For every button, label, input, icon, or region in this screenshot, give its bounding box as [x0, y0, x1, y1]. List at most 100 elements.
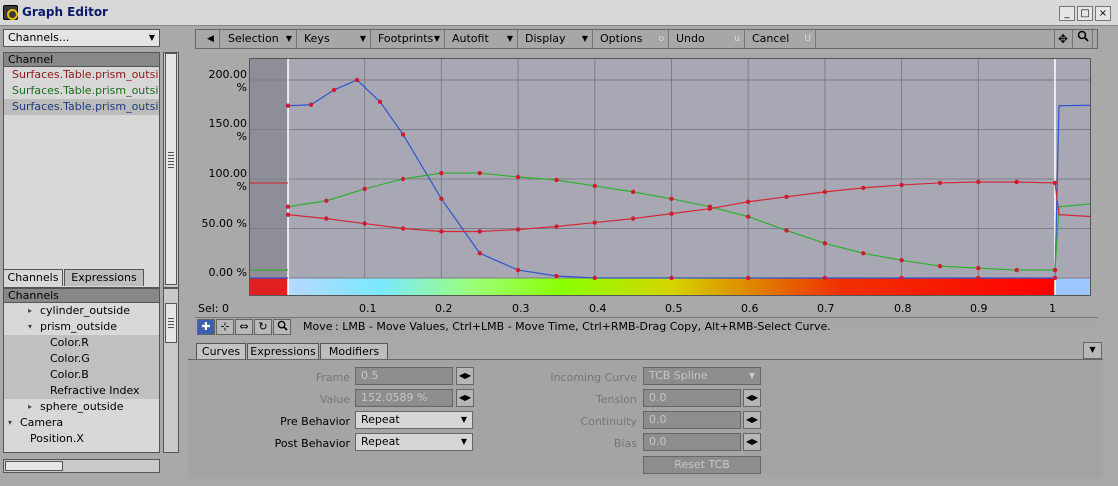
channel-list-item[interactable]: Surfaces.Table.prism_outsid ...	[4, 99, 159, 115]
zoom-tool-button[interactable]	[273, 319, 291, 335]
move-arrows-icon: ✥	[1058, 32, 1069, 46]
curve-key	[1014, 267, 1019, 273]
x-tick-label: 0.9	[970, 302, 988, 315]
curve-key	[515, 227, 521, 232]
curve-key	[400, 226, 406, 231]
spinner-arrows-icon: ◀▶	[458, 393, 472, 402]
tab-expressions-bottom[interactable]: Expressions	[247, 343, 319, 360]
roll-tool-button[interactable]: ↻	[254, 319, 272, 335]
color-band-post	[1055, 278, 1090, 295]
channel-list-item[interactable]: Surfaces.Table.prism_outsid ...	[4, 67, 159, 83]
curve-key	[554, 177, 559, 183]
tree-item[interactable]: ▾ Camera	[4, 415, 159, 431]
tension-spinner[interactable]: ◀▶	[743, 389, 761, 407]
value-spinner[interactable]: ◀▶	[456, 389, 474, 407]
x-tick-label: 0.2	[435, 302, 453, 315]
options-button[interactable]: Options o	[594, 30, 669, 48]
tab-channels[interactable]: Channels	[3, 269, 63, 286]
stretch-tool-button[interactable]: ⇔	[235, 319, 253, 335]
channels-dropdown[interactable]: Channels... ▼	[3, 29, 160, 47]
chevron-down-icon: ▼	[748, 371, 755, 380]
channel-tree-scrollbar[interactable]	[163, 288, 179, 453]
continuity-field[interactable]: 0.0	[643, 411, 741, 429]
zoom-button[interactable]	[1073, 30, 1093, 48]
tab-expressions[interactable]: Expressions	[64, 269, 144, 286]
left-panel: Channels... ▼ Channel Surfaces.Table.pri…	[0, 26, 186, 486]
incoming-curve-select[interactable]: TCB Spline ▼	[643, 367, 761, 385]
panel-menu-button[interactable]: ▼	[1083, 342, 1102, 359]
scroll-thumb[interactable]	[165, 303, 177, 343]
curve-post-segment	[1054, 104, 1090, 279]
expand-arrow-icon[interactable]: ▸	[28, 303, 32, 319]
scroll-thumb[interactable]	[165, 53, 177, 285]
curve-key	[669, 275, 674, 281]
curve-key	[285, 103, 291, 108]
footprints-menu[interactable]: Footprints ▼	[372, 30, 445, 48]
selection-count: Sel: 0	[198, 302, 230, 315]
channel-tree-hscrollbar[interactable]	[3, 459, 160, 473]
tree-item[interactable]: Position.X	[4, 431, 159, 447]
hscroll-thumb[interactable]	[5, 461, 63, 471]
tree-item[interactable]: Color.R	[4, 335, 159, 351]
curve-graph[interactable]	[250, 59, 1091, 296]
tab-modifiers[interactable]: Modifiers	[320, 343, 388, 360]
maximize-button[interactable]: □	[1077, 6, 1093, 21]
stretch-icon: ⇔	[239, 320, 249, 333]
triangle-left-icon: ◀	[207, 34, 214, 44]
channel-list-header: Channel	[4, 53, 159, 67]
tree-item[interactable]: Color.B	[4, 367, 159, 383]
pre-behavior-select[interactable]: Repeat ▼	[355, 411, 473, 429]
frame-spinner[interactable]: ◀▶	[456, 367, 474, 385]
curve-key	[899, 182, 904, 188]
tree-item[interactable]: ▸ sphere_outside	[4, 399, 159, 415]
bias-field[interactable]: 0.0	[643, 433, 741, 451]
expand-arrow-icon[interactable]: ▸	[28, 399, 32, 415]
post-behavior-select[interactable]: Repeat ▼	[355, 433, 473, 451]
frame-field[interactable]: 0.5	[355, 367, 453, 385]
value-label: Value	[319, 393, 350, 406]
channel-list-scrollbar[interactable]	[163, 52, 179, 288]
tree-item[interactable]: Color.G	[4, 351, 159, 367]
curve-key	[784, 194, 789, 200]
cancel-button[interactable]: Cancel U	[746, 30, 816, 48]
channel-list[interactable]: Channel Surfaces.Table.prism_outsid ...S…	[3, 52, 160, 288]
bias-label: Bias	[613, 437, 637, 450]
graph-canvas[interactable]	[249, 58, 1091, 296]
curve-key	[746, 275, 751, 281]
channel-list-item[interactable]: Surfaces.Table.prism_outsid ...	[4, 83, 159, 99]
expand-arrow-icon[interactable]: ▾	[8, 415, 12, 431]
keys-menu[interactable]: Keys ▼	[298, 30, 371, 48]
pan-button[interactable]: ✥	[1054, 30, 1073, 48]
expand-arrow-icon[interactable]: ▾	[28, 319, 32, 335]
app-icon	[3, 5, 18, 20]
reset-tcb-button[interactable]: Reset TCB	[643, 456, 761, 474]
spinner-arrows-icon: ◀▶	[745, 393, 759, 402]
add-key-tool-button[interactable]: ⊹	[216, 319, 234, 335]
tree-item-label: prism_outside	[40, 320, 118, 333]
collapse-left-button[interactable]: ◀	[204, 30, 220, 48]
tree-item[interactable]: ▸ cylinder_outside	[4, 303, 159, 319]
move-tool-button[interactable]: ✚	[197, 319, 215, 335]
tree-item[interactable]: ▾ prism_outside	[4, 319, 159, 335]
channel-tree[interactable]: Channels ▸ cylinder_outside ▾ prism_outside…	[3, 288, 160, 453]
tension-field[interactable]: 0.0	[643, 389, 741, 407]
tree-item-label: cylinder_outside	[40, 304, 130, 317]
tab-curves[interactable]: Curves	[196, 343, 246, 360]
window-title: Graph Editor	[22, 5, 108, 19]
minimize-button[interactable]: _	[1059, 6, 1075, 21]
value-field[interactable]: 152.0589 %	[355, 389, 453, 407]
curve-key	[861, 185, 866, 191]
continuity-spinner[interactable]: ◀▶	[743, 411, 761, 429]
selection-menu[interactable]: Selection ▼	[222, 30, 297, 48]
chevron-down-icon: ▼	[460, 415, 467, 424]
curve-key	[477, 251, 482, 256]
autofit-menu[interactable]: Autofit ▼	[446, 30, 518, 48]
undo-button[interactable]: Undo u	[670, 30, 745, 48]
spinner-arrows-icon: ◀▶	[745, 415, 759, 424]
bias-spinner[interactable]: ◀▶	[743, 433, 761, 451]
tree-item[interactable]: Refractive Index	[4, 383, 159, 399]
chevron-down-icon: ▼	[581, 34, 588, 43]
close-button[interactable]: ×	[1095, 6, 1111, 21]
display-menu[interactable]: Display ▼	[519, 30, 593, 48]
tree-item-label: Color.B	[50, 368, 89, 381]
